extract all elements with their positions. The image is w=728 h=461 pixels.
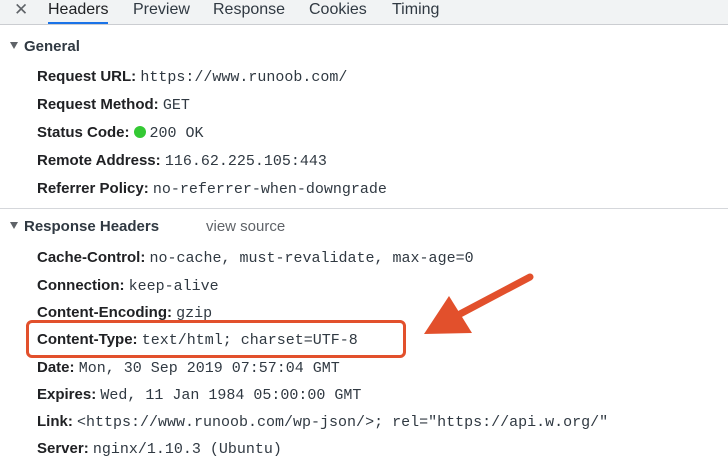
arrow-icon bbox=[424, 273, 534, 334]
